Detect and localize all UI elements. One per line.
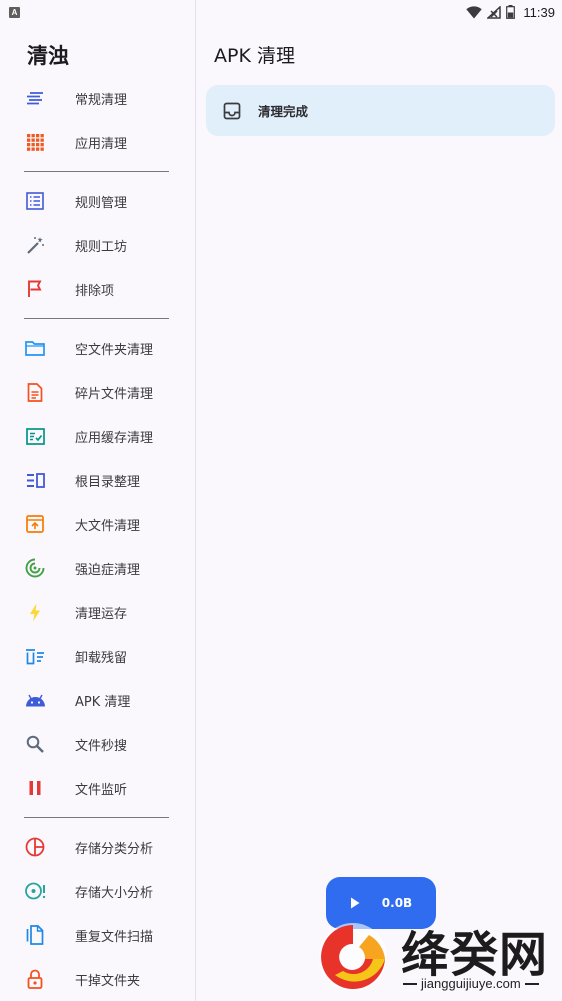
menu-item-pie-chart[interactable]: 存储分类分析 <box>0 825 195 869</box>
drawer-menu: 常规清理应用清理规则管理规则工坊排除项空文件夹清理 碎片文件清理 应用缓存清理 根目录… <box>0 76 195 1001</box>
menu-item-search[interactable]: 文件秒搜 <box>0 722 195 766</box>
menu-item-label: 根目录整理 <box>75 474 141 490</box>
menu-item-lock[interactable]: 干掉文件夹 <box>0 957 195 1001</box>
menu-item-label: 应用缓存清理 <box>75 430 154 446</box>
menu-divider <box>24 817 169 818</box>
cellular-icon <box>487 5 502 19</box>
menu-item-checklist[interactable]: 应用缓存清理 <box>0 414 195 458</box>
menu-item-grid[interactable]: 应用清理 <box>0 120 195 164</box>
storage-alert-icon <box>24 880 46 902</box>
menu-item-label: 存储分类分析 <box>75 841 154 857</box>
lightning-icon <box>24 601 46 623</box>
menu-item-label: 存储大小分析 <box>75 885 154 901</box>
menu-item-target[interactable]: 强迫症清理 <box>0 546 195 590</box>
magic-wand-icon <box>24 234 46 256</box>
list-icon <box>24 190 46 212</box>
checklist-icon <box>24 425 46 447</box>
document-icon <box>24 381 46 403</box>
menu-item-label: 强迫症清理 <box>75 562 141 578</box>
menu-item-lightning[interactable]: 清理运存 <box>0 590 195 634</box>
menu-item-label: 干掉文件夹 <box>75 973 141 989</box>
battery-icon <box>506 5 516 19</box>
menu-item-flag[interactable]: 排除项 <box>0 267 195 311</box>
notification-icon: A <box>9 6 20 18</box>
play-icon <box>350 894 360 913</box>
android-icon <box>24 689 46 711</box>
watermark-logo <box>319 923 387 991</box>
menu-item-label: 重复文件扫描 <box>75 929 154 945</box>
pause-icon <box>24 777 46 799</box>
watermark-text: 绛癸网 <box>401 927 549 983</box>
menu-item-android[interactable]: APK 清理 <box>0 678 195 722</box>
inbox-icon <box>221 100 243 122</box>
menu-item-lines[interactable]: 常规清理 <box>0 76 195 120</box>
target-icon <box>24 557 46 579</box>
menu-item-label: 排除项 <box>75 283 115 299</box>
result-card[interactable]: 清理完成 <box>206 85 555 136</box>
menu-item-label: 碎片文件清理 <box>75 386 154 402</box>
status-bar: A 11:39 <box>0 0 562 24</box>
menu-item-pause[interactable]: 文件监听 <box>0 766 195 810</box>
grid-icon <box>24 131 46 153</box>
clock: 11:39 <box>523 4 555 20</box>
menu-item-label: 清理运存 <box>75 606 128 622</box>
flag-icon <box>24 278 46 300</box>
menu-item-label: 应用清理 <box>75 136 128 152</box>
lines-icon <box>24 87 46 109</box>
menu-item-label: 文件监听 <box>75 782 128 798</box>
menu-item-document[interactable]: 碎片文件清理 <box>0 370 195 414</box>
menu-divider <box>24 318 169 319</box>
navigation-drawer: 清浊 常规清理应用清理规则管理规则工坊排除项空文件夹清理 碎片文件清理 应用缓存清理… <box>0 0 196 1001</box>
menu-item-label: 常规清理 <box>75 92 128 108</box>
uninstall-icon <box>24 645 46 667</box>
menu-item-label: 文件秒搜 <box>75 738 128 754</box>
menu-item-label: 规则管理 <box>75 195 128 211</box>
app-title: 清浊 <box>27 44 69 68</box>
menu-item-label: 空文件夹清理 <box>75 342 154 358</box>
menu-divider <box>24 171 169 172</box>
search-icon <box>24 733 46 755</box>
folder-icon <box>24 337 46 359</box>
menu-item-magic-wand[interactable]: 规则工坊 <box>0 223 195 267</box>
menu-item-list[interactable]: 规则管理 <box>0 179 195 223</box>
main-content: APK 清理 清理完成 0.0B <box>197 24 562 1001</box>
menu-item-copy[interactable]: 重复文件扫描 <box>0 913 195 957</box>
menu-item-label: 规则工坊 <box>75 239 128 255</box>
page-title: APK 清理 <box>214 45 295 67</box>
archive-icon <box>24 513 46 535</box>
result-text: 清理完成 <box>258 104 309 119</box>
menu-item-storage-alert[interactable]: 存储大小分析 <box>0 869 195 913</box>
menu-item-label: APK 清理 <box>75 694 131 710</box>
watermark: 绛癸网 jiangguijiuye.com <box>313 913 562 1001</box>
menu-item-uninstall[interactable]: 卸载残留 <box>0 634 195 678</box>
menu-item-label: 大文件清理 <box>75 518 141 534</box>
menu-item-label: 卸载残留 <box>75 650 128 666</box>
menu-item-archive[interactable]: 大文件清理 <box>0 502 195 546</box>
wifi-icon <box>466 5 483 18</box>
lock-icon <box>24 968 46 990</box>
copy-icon <box>24 924 46 946</box>
menu-item-columns[interactable]: 根目录整理 <box>0 458 195 502</box>
clean-size-label: 0.0B <box>381 896 413 910</box>
columns-icon <box>24 469 46 491</box>
pie-chart-icon <box>24 836 46 858</box>
watermark-url: jiangguijiuye.com <box>403 976 539 991</box>
menu-item-folder[interactable]: 空文件夹清理 <box>0 326 195 370</box>
